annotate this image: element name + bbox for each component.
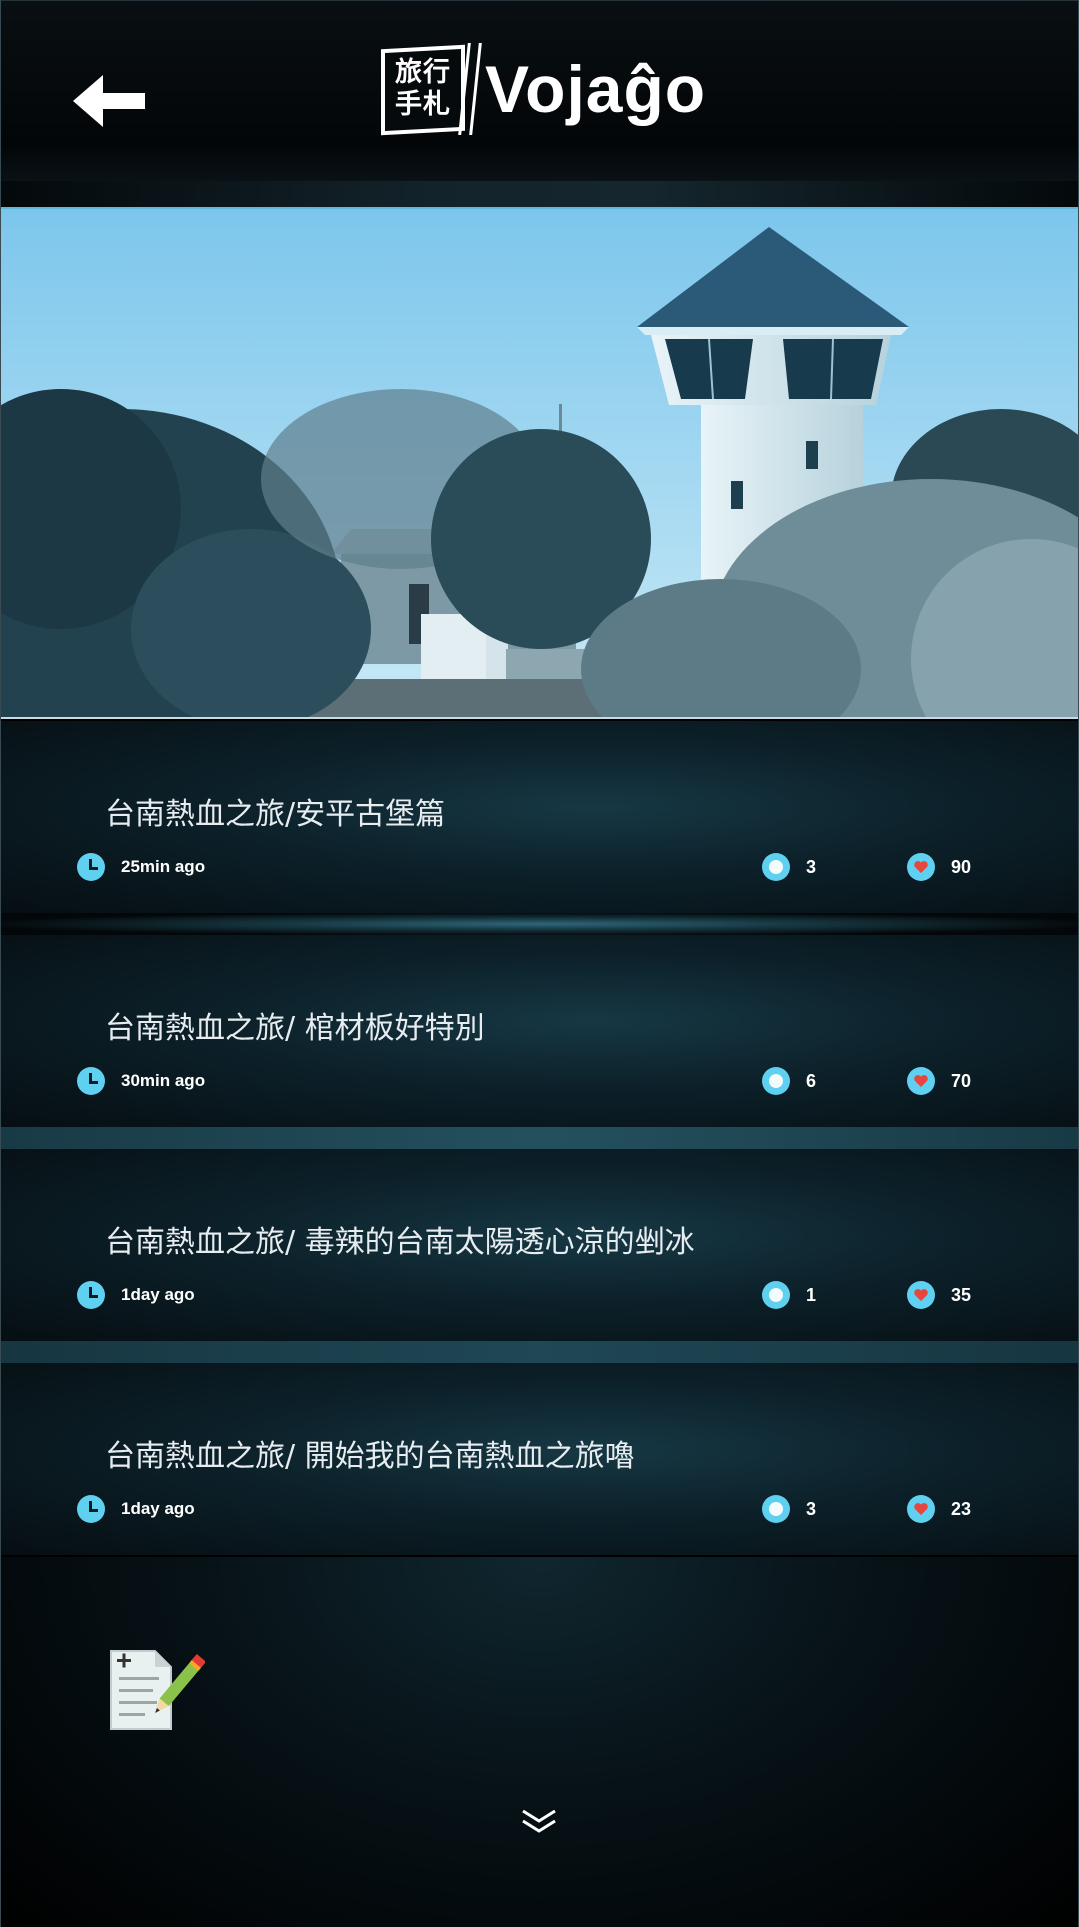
like-count[interactable]: 90	[907, 852, 971, 882]
clock-icon	[77, 1067, 105, 1095]
comment-count[interactable]: 1	[762, 1280, 816, 1310]
heart-icon	[907, 1495, 935, 1523]
post-time: 1day ago	[77, 1494, 195, 1524]
time-label: 30min ago	[121, 1071, 206, 1090]
comment-bubble-icon	[762, 853, 790, 881]
comment-bubble-icon	[762, 1495, 790, 1523]
post-title: 台南熱血之旅/安平古堡篇	[105, 797, 446, 832]
post-title: 台南熱血之旅/ 開始我的台南熱血之旅嚕	[105, 1439, 635, 1474]
back-button[interactable]	[73, 71, 153, 131]
comment-count[interactable]: 6	[762, 1066, 816, 1096]
post-time: 1day ago	[77, 1280, 195, 1310]
app-logo: 旅行 手札 Vojaĝo	[377, 39, 706, 139]
logo-text: 旅行 手札	[395, 57, 451, 120]
clock-icon	[77, 853, 105, 881]
clock-icon	[77, 1281, 105, 1309]
like-count[interactable]: 23	[907, 1494, 971, 1524]
like-count-value: 35	[951, 1284, 972, 1305]
comment-count-value: 3	[806, 856, 817, 877]
heart-icon	[907, 1067, 935, 1095]
heart-icon	[907, 1281, 935, 1309]
comment-count[interactable]: 3	[762, 1494, 816, 1524]
post-time: 25min ago	[77, 852, 205, 882]
divider	[1, 1127, 1078, 1149]
clock-icon	[77, 1495, 105, 1523]
compose-button[interactable]	[105, 1645, 207, 1735]
list-item[interactable]: 台南熱血之旅/ 棺材板好特別 30min ago 6 70	[1, 935, 1078, 1127]
app-screen: 旅行 手札 Vojaĝo 台南熱血之旅/安平古堡篇 25min ago 3 90…	[0, 0, 1079, 1927]
travel-notebook-logo-icon: 旅行 手札	[377, 39, 482, 139]
like-count-value: 23	[951, 1498, 972, 1519]
comment-bubble-icon	[762, 1281, 790, 1309]
load-more-button[interactable]	[519, 1807, 559, 1837]
double-chevron-down-icon	[522, 1809, 556, 1833]
heart-icon	[907, 853, 935, 881]
compose-note-icon	[110, 1650, 207, 1730]
list-item[interactable]: 台南熱血之旅/ 毒辣的台南太陽透心涼的剉冰 1day ago 1 35	[1, 1149, 1078, 1341]
post-title: 台南熱血之旅/ 毒辣的台南太陽透心涼的剉冰	[105, 1225, 695, 1260]
like-count-value: 90	[951, 856, 972, 877]
comment-count-value: 3	[806, 1498, 817, 1519]
comment-count[interactable]: 3	[762, 852, 816, 882]
comment-count-value: 1	[806, 1284, 817, 1305]
brand-name: Vojaĝo	[485, 52, 707, 126]
divider	[1, 913, 1078, 935]
like-count[interactable]: 35	[907, 1280, 971, 1310]
time-label: 1day ago	[121, 1285, 195, 1304]
app-header: 旅行 手札 Vojaĝo	[1, 0, 1078, 207]
back-arrow-icon	[73, 75, 145, 127]
comment-count-value: 6	[806, 1070, 817, 1091]
time-label: 25min ago	[121, 857, 206, 876]
comment-bubble-icon	[762, 1067, 790, 1095]
post-title: 台南熱血之旅/ 棺材板好特別	[105, 1011, 485, 1046]
post-list: 台南熱血之旅/安平古堡篇 25min ago 3 90 台南熱血之旅/ 棺材板好…	[1, 721, 1078, 1555]
like-count-value: 70	[951, 1070, 972, 1091]
footer-area	[1, 1557, 1078, 1927]
divider	[1, 1341, 1078, 1363]
time-label: 1day ago	[121, 1499, 195, 1518]
list-item[interactable]: 台南熱血之旅/ 開始我的台南熱血之旅嚕 1day ago 3 23	[1, 1363, 1078, 1555]
hero-image	[1, 207, 1078, 719]
post-time: 30min ago	[77, 1066, 205, 1096]
like-count[interactable]: 70	[907, 1066, 971, 1096]
list-item[interactable]: 台南熱血之旅/安平古堡篇 25min ago 3 90	[1, 721, 1078, 913]
